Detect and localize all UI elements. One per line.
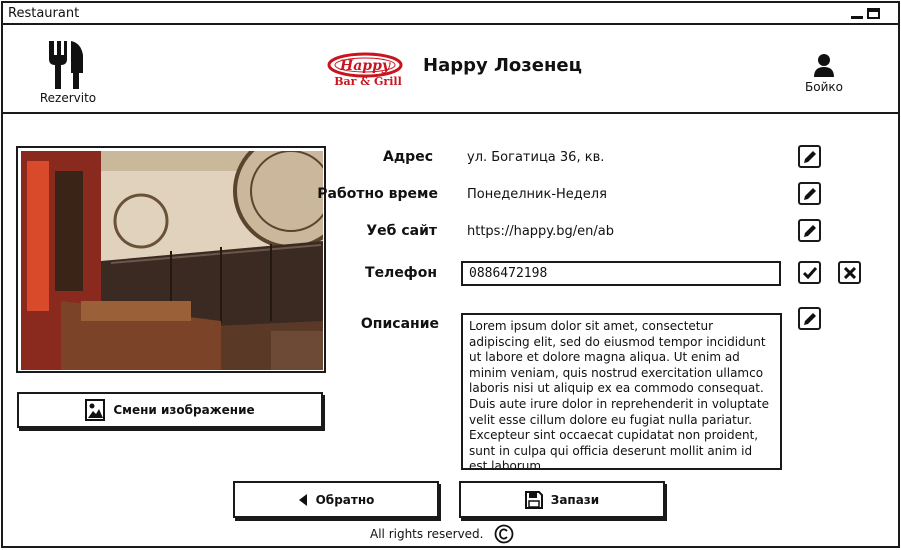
- edit-description-button[interactable]: [798, 307, 821, 330]
- cancel-phone-button[interactable]: [838, 261, 861, 284]
- image-icon: [85, 399, 106, 421]
- restaurant-photo: [16, 146, 326, 373]
- phone-input[interactable]: [461, 261, 781, 286]
- minimize-button[interactable]: [851, 16, 863, 19]
- floppy-disk-icon: [524, 490, 543, 509]
- edit-hours-button[interactable]: [798, 182, 821, 205]
- website-label: Уеб сайт: [366, 223, 437, 239]
- restaurant-name: Happy Лозенец: [423, 55, 582, 76]
- title-bar: Restaurant: [3, 3, 898, 25]
- app-logo[interactable]: Rezervito: [35, 41, 96, 111]
- user-icon: [814, 54, 834, 77]
- change-image-label: Смени изображение: [113, 403, 255, 417]
- user-profile[interactable]: Бойко: [799, 53, 849, 97]
- user-name: Бойко: [805, 80, 843, 94]
- website-value: https://happy.bg/en/ab: [467, 224, 614, 239]
- brand-logo-tagline: Bar & Grill: [334, 75, 402, 87]
- pencil-icon: [803, 187, 816, 200]
- check-icon: [802, 266, 817, 279]
- address-label: Адрес: [383, 149, 433, 165]
- maximize-button[interactable]: [867, 8, 880, 19]
- back-button[interactable]: Обратно: [233, 481, 439, 518]
- description-label: Описание: [360, 316, 439, 332]
- pencil-icon: [803, 150, 816, 163]
- hours-label: Работно време: [317, 186, 438, 202]
- back-label: Обратно: [315, 492, 375, 507]
- confirm-phone-button[interactable]: [798, 261, 821, 284]
- brand-logo: Happy Bar & Grill: [321, 51, 415, 88]
- window-title: Restaurant: [8, 6, 80, 21]
- app-name: Rezervito: [39, 91, 97, 105]
- change-image-button[interactable]: Смени изображение: [17, 392, 323, 428]
- close-icon: [843, 266, 856, 279]
- fork-knife-icon: [49, 41, 83, 89]
- brand-logo-text: Happy: [339, 58, 391, 74]
- edit-website-button[interactable]: [798, 219, 821, 242]
- hours-value: Понеделник-Неделя: [467, 187, 607, 202]
- address-value: ул. Богатица 36, кв.: [467, 150, 605, 165]
- copyright-icon: [494, 524, 513, 544]
- phone-label: Телефон: [365, 265, 437, 281]
- description-text: Lorem ipsum dolor sit amet, consectetur …: [461, 313, 782, 470]
- app-header: Rezervito Happy Bar & Grill Happy Лозене…: [3, 25, 898, 114]
- footer-text: All rights reserved.: [370, 527, 484, 541]
- save-button[interactable]: Запази: [459, 481, 665, 518]
- caret-left-icon: [298, 493, 307, 506]
- footer: All rights reserved.: [370, 524, 514, 544]
- save-label: Запази: [550, 492, 600, 507]
- edit-address-button[interactable]: [798, 145, 821, 168]
- pencil-icon: [803, 312, 816, 325]
- pencil-icon: [803, 224, 816, 237]
